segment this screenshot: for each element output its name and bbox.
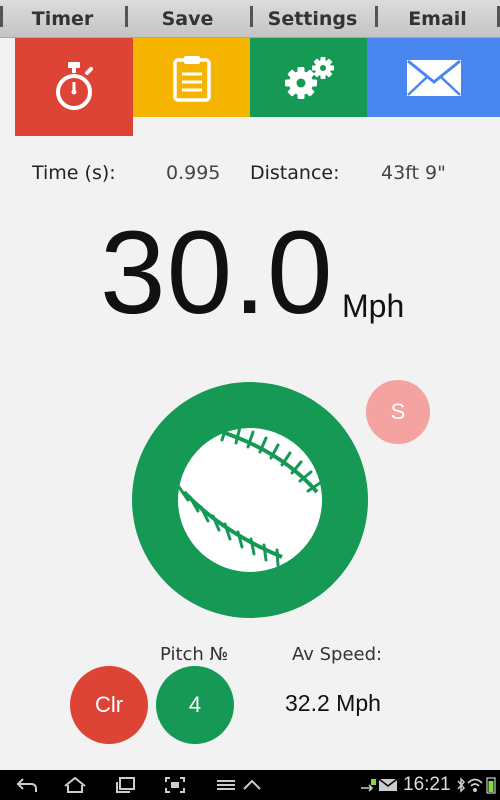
- stopwatch-icon: [56, 62, 93, 110]
- home-icon[interactable]: [62, 774, 88, 796]
- distance-label: Distance:: [250, 162, 340, 184]
- tab-timer[interactable]: Timer: [0, 0, 125, 37]
- menu-icon[interactable]: [213, 774, 239, 796]
- average-speed-label: Av Speed:: [292, 644, 383, 665]
- gears-icon: [284, 56, 334, 99]
- time-value: 0.995: [166, 162, 221, 184]
- clear-button[interactable]: Clr: [70, 666, 148, 744]
- clock: 16:21: [403, 774, 451, 795]
- message-icon: [375, 774, 401, 796]
- battery-icon: [478, 774, 500, 796]
- baseball-icon: [132, 382, 368, 618]
- tab-save[interactable]: Save: [125, 0, 250, 37]
- settings-button[interactable]: [250, 38, 367, 117]
- speed-unit: Mph: [342, 288, 405, 324]
- pitch-count-button[interactable]: 4: [156, 666, 234, 744]
- back-icon[interactable]: [14, 774, 40, 796]
- clipboard-icon: [172, 55, 211, 102]
- speed-value: 30.0: [100, 207, 334, 339]
- envelope-icon: [406, 59, 461, 96]
- distance-value: 43ft 9": [381, 162, 446, 184]
- pitch-label: Pitch №: [160, 644, 229, 665]
- tab-email[interactable]: Email: [375, 0, 500, 37]
- screenshot-icon[interactable]: [162, 774, 188, 796]
- tab-settings[interactable]: Settings: [250, 0, 375, 37]
- system-bar: 16:21: [0, 770, 500, 800]
- icon-toolbar: [15, 38, 500, 136]
- save-button[interactable]: [133, 38, 250, 117]
- top-tab-bar: Timer Save Settings Email: [0, 0, 500, 38]
- email-button[interactable]: [367, 38, 500, 117]
- baseball-button[interactable]: [132, 382, 368, 618]
- s-button[interactable]: S: [366, 380, 430, 444]
- timer-button[interactable]: [15, 38, 133, 136]
- chevron-up-icon[interactable]: [239, 774, 265, 796]
- time-label: Time (s):: [32, 162, 116, 184]
- average-speed-value: 32.2 Mph: [285, 690, 381, 716]
- recent-apps-icon[interactable]: [112, 774, 138, 796]
